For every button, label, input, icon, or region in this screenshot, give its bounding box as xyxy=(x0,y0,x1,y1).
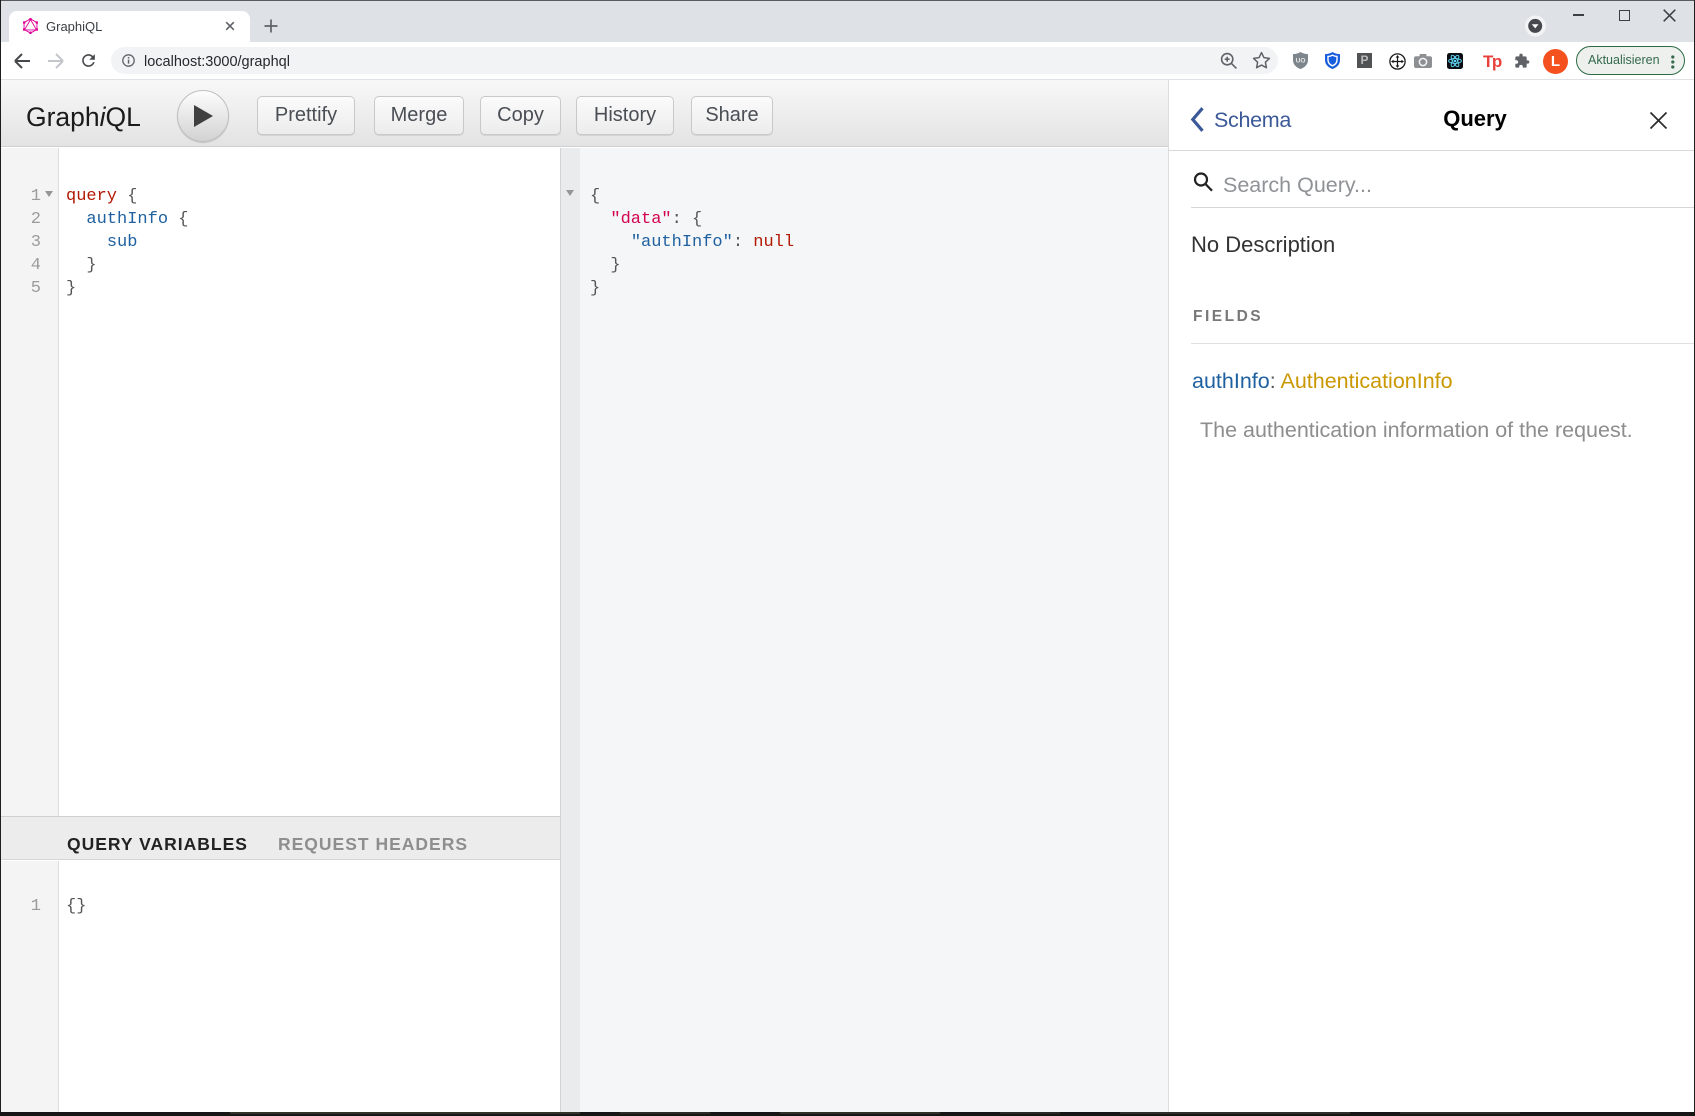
svg-text:UO: UO xyxy=(1296,58,1306,65)
